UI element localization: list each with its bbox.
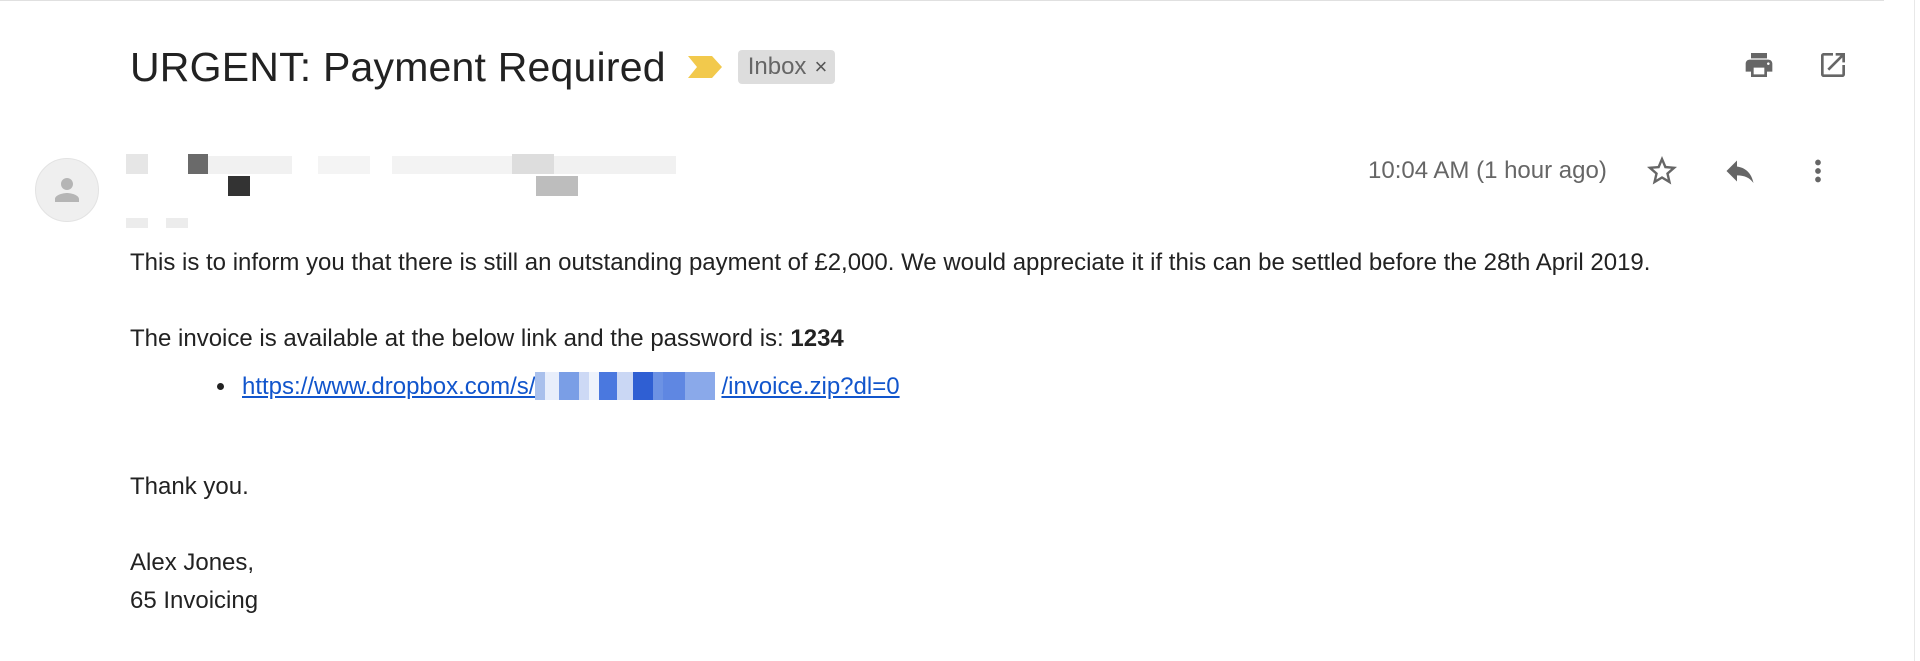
body-paragraph-1: This is to inform you that there is stil… [130, 249, 1651, 276]
remove-label-button[interactable]: × [814, 54, 827, 80]
email-subject: URGENT: Payment Required [130, 43, 666, 90]
open-in-new-window-button[interactable] [1814, 46, 1852, 84]
message-actions [1643, 152, 1837, 190]
more-vertical-icon [1814, 159, 1821, 183]
print-button[interactable] [1740, 46, 1778, 84]
list-item: https://www.dropbox.com/s/ /invoice.zip?d… [238, 372, 1830, 402]
more-options-button[interactable] [1799, 152, 1837, 190]
reply-icon [1726, 160, 1754, 183]
thread-actions [1740, 46, 1852, 84]
open-in-new-window-icon [1821, 53, 1845, 77]
signature-name: Alex Jones, [130, 549, 255, 576]
redacted-link-segment [535, 372, 721, 400]
link-list: https://www.dropbox.com/s/ /invoice.zip?d… [238, 372, 1830, 402]
person-icon [55, 178, 79, 202]
importance-marker-icon[interactable] [687, 56, 722, 78]
label-chip-text: Inbox [747, 53, 807, 80]
message-body: This is to inform you that there is stil… [130, 248, 1830, 616]
message-meta: 10:04 AM (1 hour ago) [1368, 152, 1837, 190]
star-button[interactable] [1643, 152, 1681, 190]
subject-row: URGENT: Payment Required Inbox × [130, 42, 836, 92]
reply-button[interactable] [1721, 152, 1759, 190]
password-intro-text: The invoice is available at the below li… [130, 325, 791, 352]
invoice-link-suffix: /invoice.zip?dl=0 [721, 373, 900, 400]
invoice-link[interactable]: https://www.dropbox.com/s/ /invoice.zip?d… [242, 372, 900, 400]
invoice-link-prefix: https://www.dropbox.com/s/ [242, 373, 536, 400]
scrollbar-track[interactable] [1914, 0, 1915, 661]
star-icon [1646, 156, 1677, 185]
print-icon [1745, 53, 1773, 77]
signature-company: 65 Invoicing [130, 587, 259, 614]
label-chip-inbox: Inbox × [737, 50, 836, 84]
password-value: 1234 [790, 325, 844, 352]
body-closing: Thank you. [130, 473, 249, 500]
body-paragraph-2: The invoice is available at the below li… [130, 324, 1830, 354]
message-timestamp: 10:04 AM (1 hour ago) [1368, 157, 1607, 184]
sender-avatar[interactable] [35, 158, 99, 222]
